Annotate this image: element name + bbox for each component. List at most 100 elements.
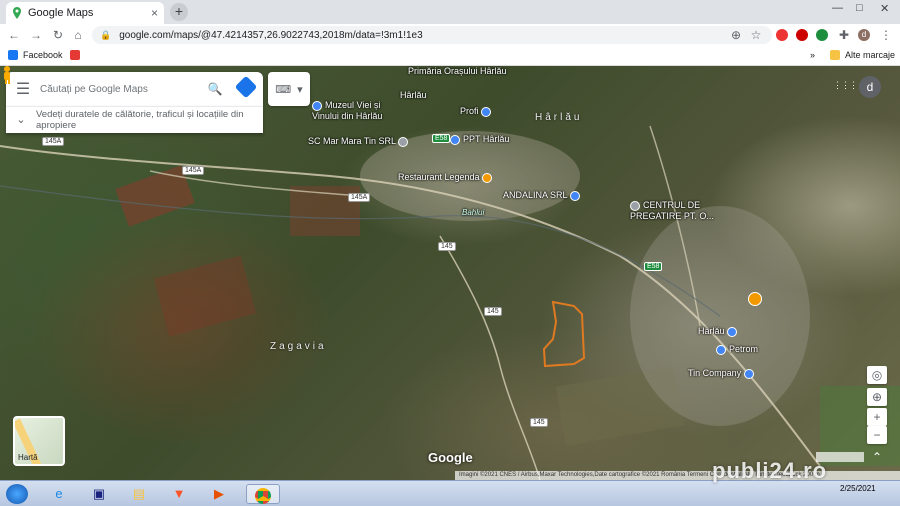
business-pin-icon <box>743 368 754 379</box>
tab-close-icon[interactable]: × <box>151 6 158 20</box>
clock-date: 2/25/2021 <box>840 484 876 493</box>
bookmarks-bar: Facebook » Alte marcaje <box>0 46 900 66</box>
reload-icon[interactable]: ↻ <box>50 27 66 43</box>
poi-label[interactable]: SC Mar Mara Tin SRL <box>308 136 411 147</box>
poi-label[interactable]: ANDALINA SRL <box>503 190 583 201</box>
bookmark-youtube[interactable] <box>70 50 85 60</box>
browser-toolbar: ← → ↻ ⌂ 🔒 google.com/maps/@47.4214357,26… <box>0 24 900 46</box>
poi-label[interactable]: Primăria Orașului Hârlău <box>408 66 507 76</box>
map-type-toggle[interactable]: Hartă <box>13 416 65 466</box>
install-icon[interactable]: ⊕ <box>728 27 744 43</box>
poi-label[interactable]: CENTRUL DE PREGATIRE PT. O... <box>630 200 714 221</box>
poi-label[interactable]: Profi <box>460 106 494 117</box>
pegman-icon[interactable] <box>0 66 14 84</box>
star-icon[interactable]: ☆ <box>748 27 764 43</box>
extensions-icon[interactable]: ✚ <box>836 27 852 43</box>
road-shield: 145 <box>438 242 456 251</box>
restaurant-pin-icon <box>482 172 493 183</box>
village-label: Zagavia <box>270 341 327 352</box>
tab-title: Google Maps <box>28 7 94 19</box>
start-button[interactable] <box>6 484 28 504</box>
bookmarks-more[interactable]: » <box>810 50 815 60</box>
globe-view-icon[interactable]: ◎ <box>867 366 887 384</box>
road-shield: E58 <box>432 134 451 143</box>
satellite-map[interactable]: ☰ 🔍 ⌄ Vedeți duratele de călătorie, traf… <box>0 66 900 480</box>
shop-pin-icon <box>481 106 492 117</box>
bookmark-other-folder[interactable]: Alte marcaje <box>830 50 895 60</box>
internet-explorer-icon[interactable]: e <box>48 484 70 504</box>
profile-avatar[interactable]: d <box>858 29 870 41</box>
shield-extension-icon[interactable] <box>816 29 828 41</box>
folder-icon <box>830 50 840 60</box>
dropdown-arrow-icon: ▾ <box>297 83 303 96</box>
poi-label[interactable]: PPT Hârlău <box>450 134 509 145</box>
maximize-button[interactable]: □ <box>856 2 863 14</box>
poi-label[interactable]: Restaurant Legenda <box>398 172 495 183</box>
tab-google-maps[interactable]: Google Maps × <box>6 2 164 24</box>
museum-pin-icon <box>312 100 322 111</box>
menu-icon[interactable]: ⋮ <box>878 27 894 43</box>
google-logo: Google <box>428 450 473 465</box>
poi-label[interactable]: Tin Company <box>688 368 757 379</box>
chrome-icon <box>255 487 271 504</box>
my-location-icon[interactable]: ⊕ <box>867 388 887 406</box>
road-shield: 145 <box>530 418 548 427</box>
poi-label[interactable]: Hârlău <box>698 326 740 337</box>
brave-browser-icon[interactable]: ▼ <box>168 484 190 504</box>
chevron-down-icon[interactable]: ⌄ <box>6 114 36 126</box>
zoom-in-button[interactable]: + <box>867 408 887 426</box>
parcel-outline <box>542 300 586 368</box>
train-pin-icon <box>727 326 738 337</box>
expand-icon[interactable]: ⌃ <box>867 448 887 466</box>
search-icon[interactable]: 🔍 <box>201 82 229 96</box>
media-player-icon[interactable]: ▶ <box>208 484 230 504</box>
bookmark-label: Facebook <box>23 50 63 60</box>
maps-pin-icon <box>13 7 21 19</box>
search-input[interactable] <box>40 83 201 95</box>
directions-button[interactable] <box>229 75 263 100</box>
poi-label[interactable]: Hârlău <box>400 90 427 100</box>
account-avatar[interactable]: d <box>859 76 881 98</box>
road-line <box>439 235 541 480</box>
town-label: Hârlău <box>535 112 583 123</box>
poi-label[interactable]: Petrom <box>716 344 758 355</box>
save-disk-icon[interactable]: ▣ <box>88 484 110 504</box>
road-shield: 145A <box>348 193 371 202</box>
building-pin-icon <box>450 134 460 145</box>
adblock-extension-icon[interactable] <box>796 29 808 41</box>
keyboard-icon: ⌨ <box>275 83 292 96</box>
watermark-logo: publi24.ro <box>712 458 828 483</box>
lock-icon: 🔒 <box>100 29 112 40</box>
map-search-box: ☰ 🔍 <box>6 72 263 106</box>
new-tab-button[interactable]: + <box>170 3 188 21</box>
chrome-taskbar-icon[interactable] <box>246 484 280 504</box>
google-apps-icon[interactable]: ⋮⋮⋮ <box>833 80 858 91</box>
field-patch <box>153 255 257 337</box>
place-pin-icon <box>398 136 409 147</box>
system-clock[interactable]: 2/25/2021 <box>840 483 876 494</box>
close-window-button[interactable]: ✕ <box>880 2 889 15</box>
forward-icon[interactable]: → <box>28 27 44 43</box>
road-shield: 145 <box>484 307 502 316</box>
road-shield: E58 <box>644 262 663 271</box>
minimize-button[interactable]: — <box>832 2 843 14</box>
opera-extension-icon[interactable] <box>776 29 788 41</box>
home-icon[interactable]: ⌂ <box>70 27 86 43</box>
facebook-icon <box>8 50 18 60</box>
place-pin-icon <box>630 200 640 211</box>
poi-label[interactable]: Muzeul Viei și Vinului din Hârlău <box>312 100 382 121</box>
map-attribution: Imagini ©2021 CNES / Airbus,Maxar Techno… <box>455 471 900 480</box>
address-bar[interactable]: 🔒 google.com/maps/@47.4214357,26.9022743… <box>92 26 772 44</box>
bookmark-facebook[interactable]: Facebook <box>8 50 63 60</box>
restaurant-pin-icon[interactable] <box>748 292 765 306</box>
file-explorer-icon[interactable]: ▤ <box>128 484 150 504</box>
other-bookmarks-label: Alte marcaje <box>845 50 896 60</box>
layers-button[interactable]: ⌨ ▾ <box>268 72 310 106</box>
browser-tab-bar: Google Maps × + — □ ✕ <box>0 0 900 24</box>
zoom-out-button[interactable]: − <box>867 426 887 444</box>
suggestion-text: Vedeți duratele de călătorie, traficul ș… <box>36 109 244 131</box>
back-icon[interactable]: ← <box>6 27 22 43</box>
suggestion-banner[interactable]: ⌄ Vedeți duratele de călătorie, traficul… <box>6 106 263 133</box>
road-shield: 145A <box>42 137 65 146</box>
fuel-pin-icon <box>716 344 726 355</box>
